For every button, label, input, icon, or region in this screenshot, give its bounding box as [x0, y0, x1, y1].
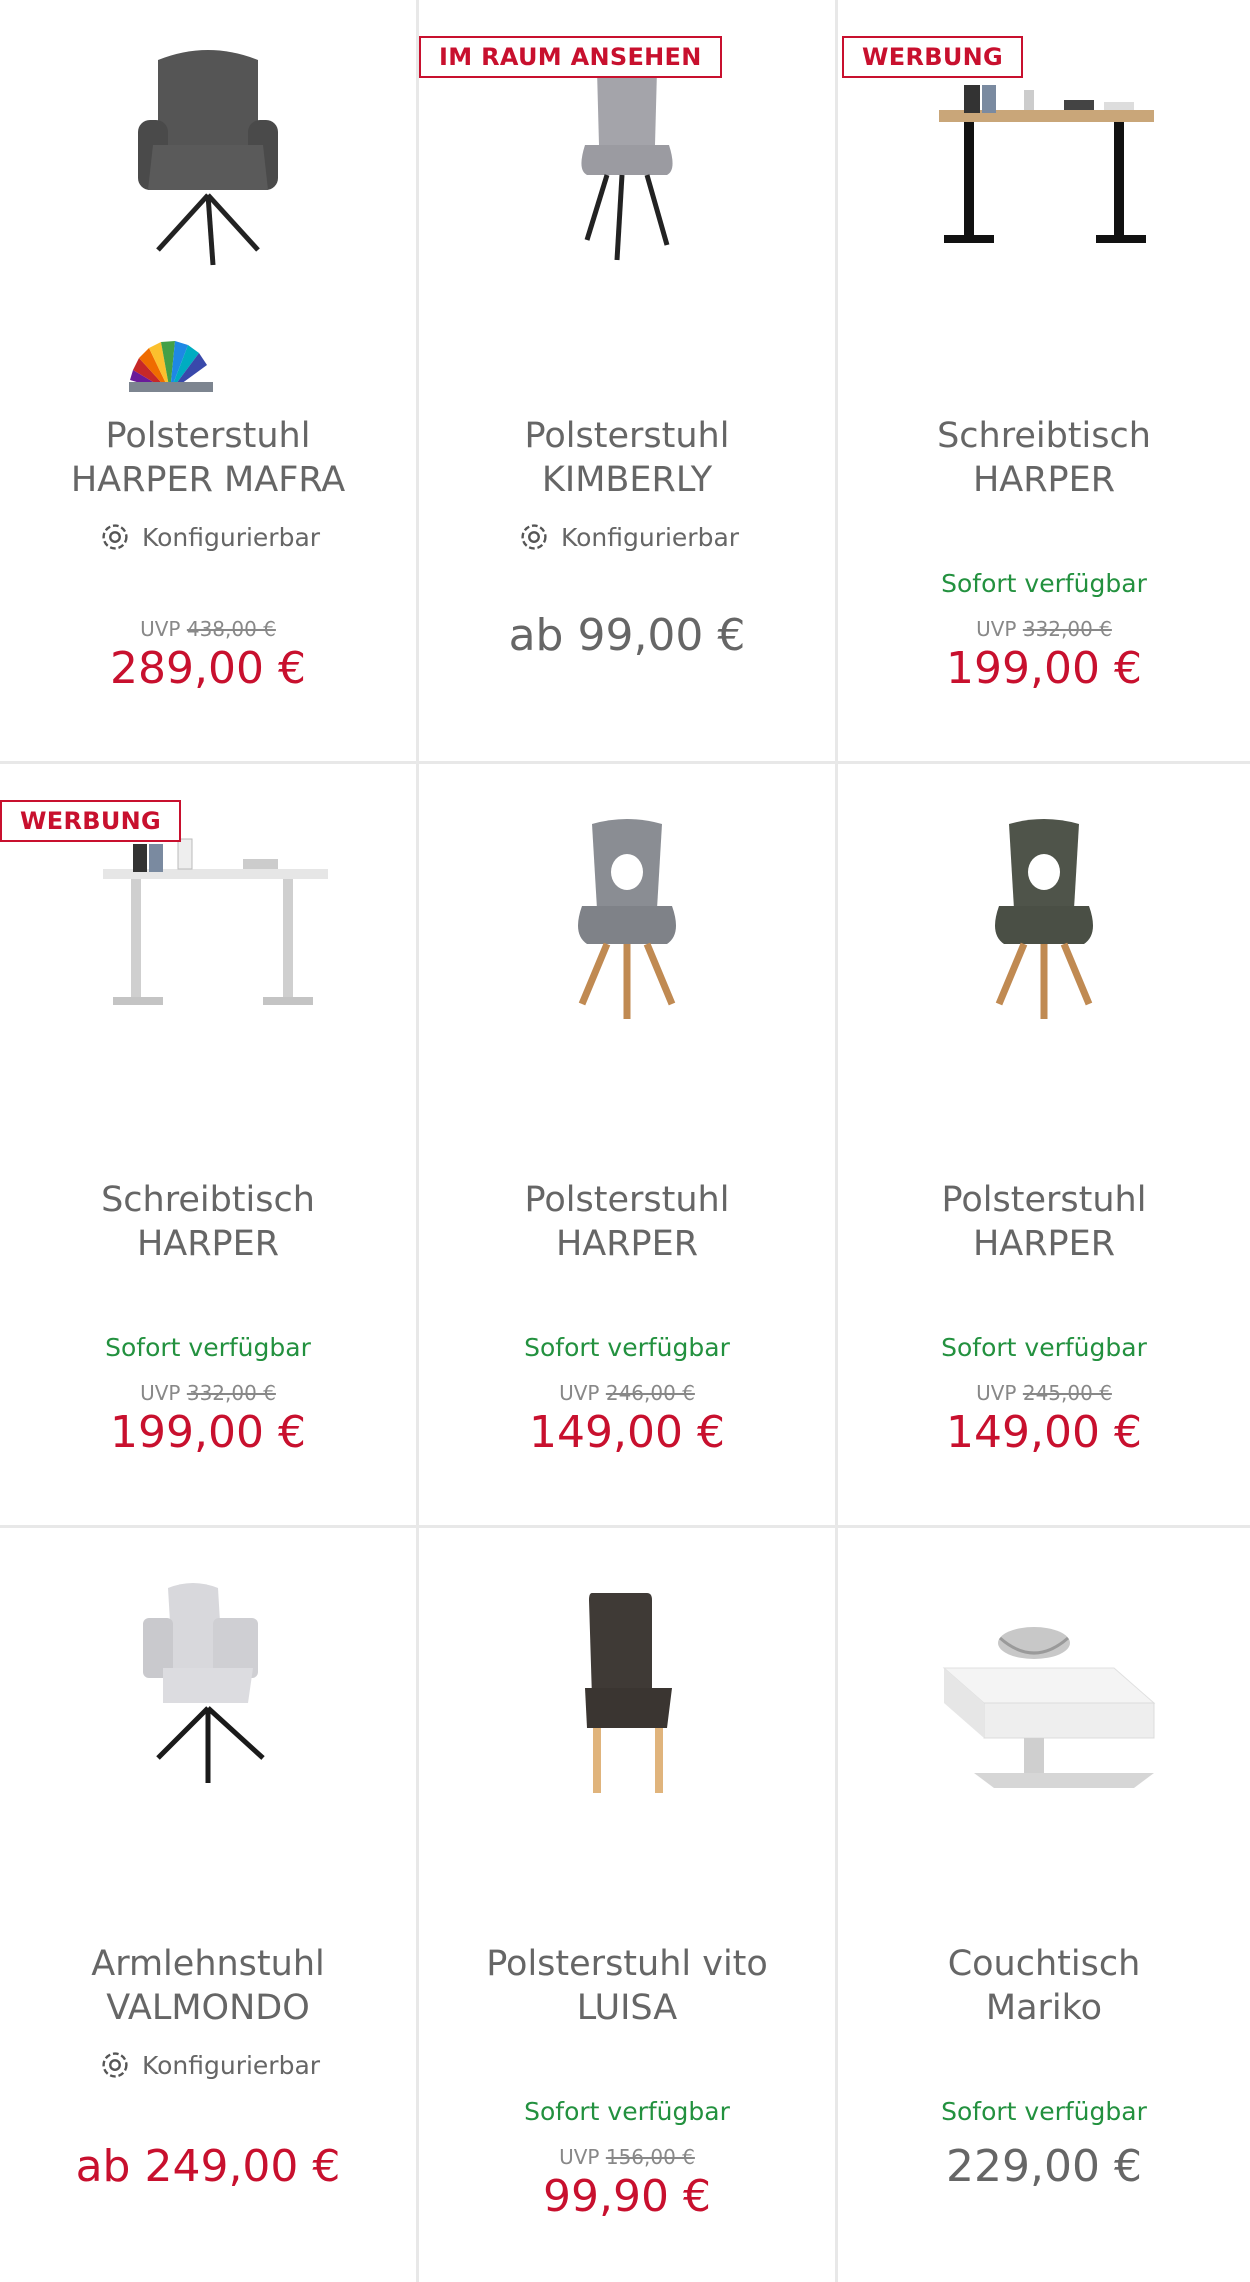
- gear-icon: [102, 524, 128, 550]
- product-title[interactable]: Polsterstuhl HARPER MAFRA: [10, 414, 406, 502]
- coffee-table-white-icon: [942, 1627, 1156, 1788]
- armchair-grey-icon: [138, 50, 278, 266]
- availability-label: Sofort verfügbar: [524, 1333, 730, 1362]
- view-in-room-badge[interactable]: IM RAUM ANSEHEN: [419, 36, 722, 78]
- chair-grey-wood-icon: [578, 819, 676, 1019]
- product-card[interactable]: Armlehnstuhl VALMONDO Konfigurierbar ab …: [0, 1528, 419, 2282]
- product-price: 199,00 €: [946, 643, 1142, 694]
- chair-brown-icon: [585, 1593, 672, 1793]
- product-title[interactable]: Schreibtisch HARPER: [10, 1178, 406, 1266]
- availability-label: Sofort verfügbar: [941, 2097, 1147, 2126]
- product-price: 199,00 €: [110, 1407, 306, 1458]
- configurable-label: Konfigurierbar: [0, 518, 416, 556]
- ad-badge: WERBUNG: [0, 800, 182, 842]
- product-price: 289,00 €: [110, 643, 306, 694]
- product-card[interactable]: Polsterstuhl HARPER Sofort verfügbar UVP…: [838, 764, 1250, 1528]
- product-price: 229,00 €: [946, 2141, 1142, 2192]
- product-price: 149,00 €: [946, 1407, 1142, 1458]
- product-title[interactable]: Schreibtisch HARPER: [848, 414, 1240, 502]
- product-title[interactable]: Couchtisch Mariko: [848, 1942, 1240, 2030]
- product-title[interactable]: Polsterstuhl vito LUISA: [429, 1942, 825, 2030]
- gear-icon: [521, 524, 547, 550]
- chair-olive-wood-icon: [995, 819, 1093, 1019]
- product-card[interactable]: Polsterstuhl HARPER Sofort verfügbar UVP…: [419, 764, 838, 1528]
- configurable-label: Konfigurierbar: [419, 518, 835, 556]
- product-price: ab 99,00 €: [508, 610, 746, 661]
- product-price: ab 249,00 €: [75, 2141, 341, 2192]
- configurable-label: Konfigurierbar: [0, 2046, 416, 2084]
- product-card[interactable]: Schreibtisch HARPER Sofort verfügbar UVP…: [0, 764, 419, 1528]
- product-title[interactable]: Polsterstuhl KIMBERLY: [429, 414, 825, 502]
- product-image[interactable]: [419, 1558, 835, 1858]
- product-price: 149,00 €: [529, 1407, 725, 1458]
- product-title[interactable]: Armlehnstuhl VALMONDO: [10, 1942, 406, 2030]
- product-image[interactable]: [0, 30, 416, 330]
- product-image[interactable]: [0, 1558, 416, 1858]
- uvp-price: UVP 438,00 €: [140, 617, 276, 641]
- ad-badge: WERBUNG: [842, 36, 1024, 78]
- availability-label: Sofort verfügbar: [105, 1333, 311, 1362]
- uvp-price: UVP 156,00 €: [559, 2145, 695, 2169]
- product-card[interactable]: Schreibtisch HARPER Sofort verfügbar UVP…: [838, 0, 1250, 764]
- product-card[interactable]: Polsterstuhl vito LUISA Sofort verfügbar…: [419, 1528, 838, 2282]
- product-image[interactable]: [419, 794, 835, 1094]
- color-options-icon: [129, 341, 213, 392]
- product-card[interactable]: Couchtisch Mariko Sofort verfügbar 229,0…: [838, 1528, 1250, 2282]
- product-card[interactable]: Polsterstuhl HARPER MAFRA Konfigurierbar…: [0, 0, 419, 764]
- uvp-price: UVP 246,00 €: [559, 1381, 695, 1405]
- uvp-price: UVP 245,00 €: [976, 1381, 1112, 1405]
- product-title[interactable]: Polsterstuhl HARPER: [848, 1178, 1240, 1266]
- product-price: 99,90 €: [543, 2171, 711, 2222]
- armchair-white-icon: [143, 1583, 265, 1783]
- product-title[interactable]: Polsterstuhl HARPER: [429, 1178, 825, 1266]
- uvp-price: UVP 332,00 €: [976, 617, 1112, 641]
- uvp-price: UVP 332,00 €: [140, 1381, 276, 1405]
- availability-label: Sofort verfügbar: [941, 569, 1147, 598]
- availability-label: Sofort verfügbar: [524, 2097, 730, 2126]
- product-card[interactable]: Polsterstuhl KIMBERLY Konfigurierbar ab …: [419, 0, 838, 764]
- gear-icon: [102, 2052, 128, 2078]
- availability-label: Sofort verfügbar: [941, 1333, 1147, 1362]
- product-grid: Polsterstuhl HARPER MAFRA Konfigurierbar…: [0, 0, 1250, 2282]
- product-image[interactable]: [838, 1558, 1250, 1858]
- product-image[interactable]: [838, 794, 1250, 1094]
